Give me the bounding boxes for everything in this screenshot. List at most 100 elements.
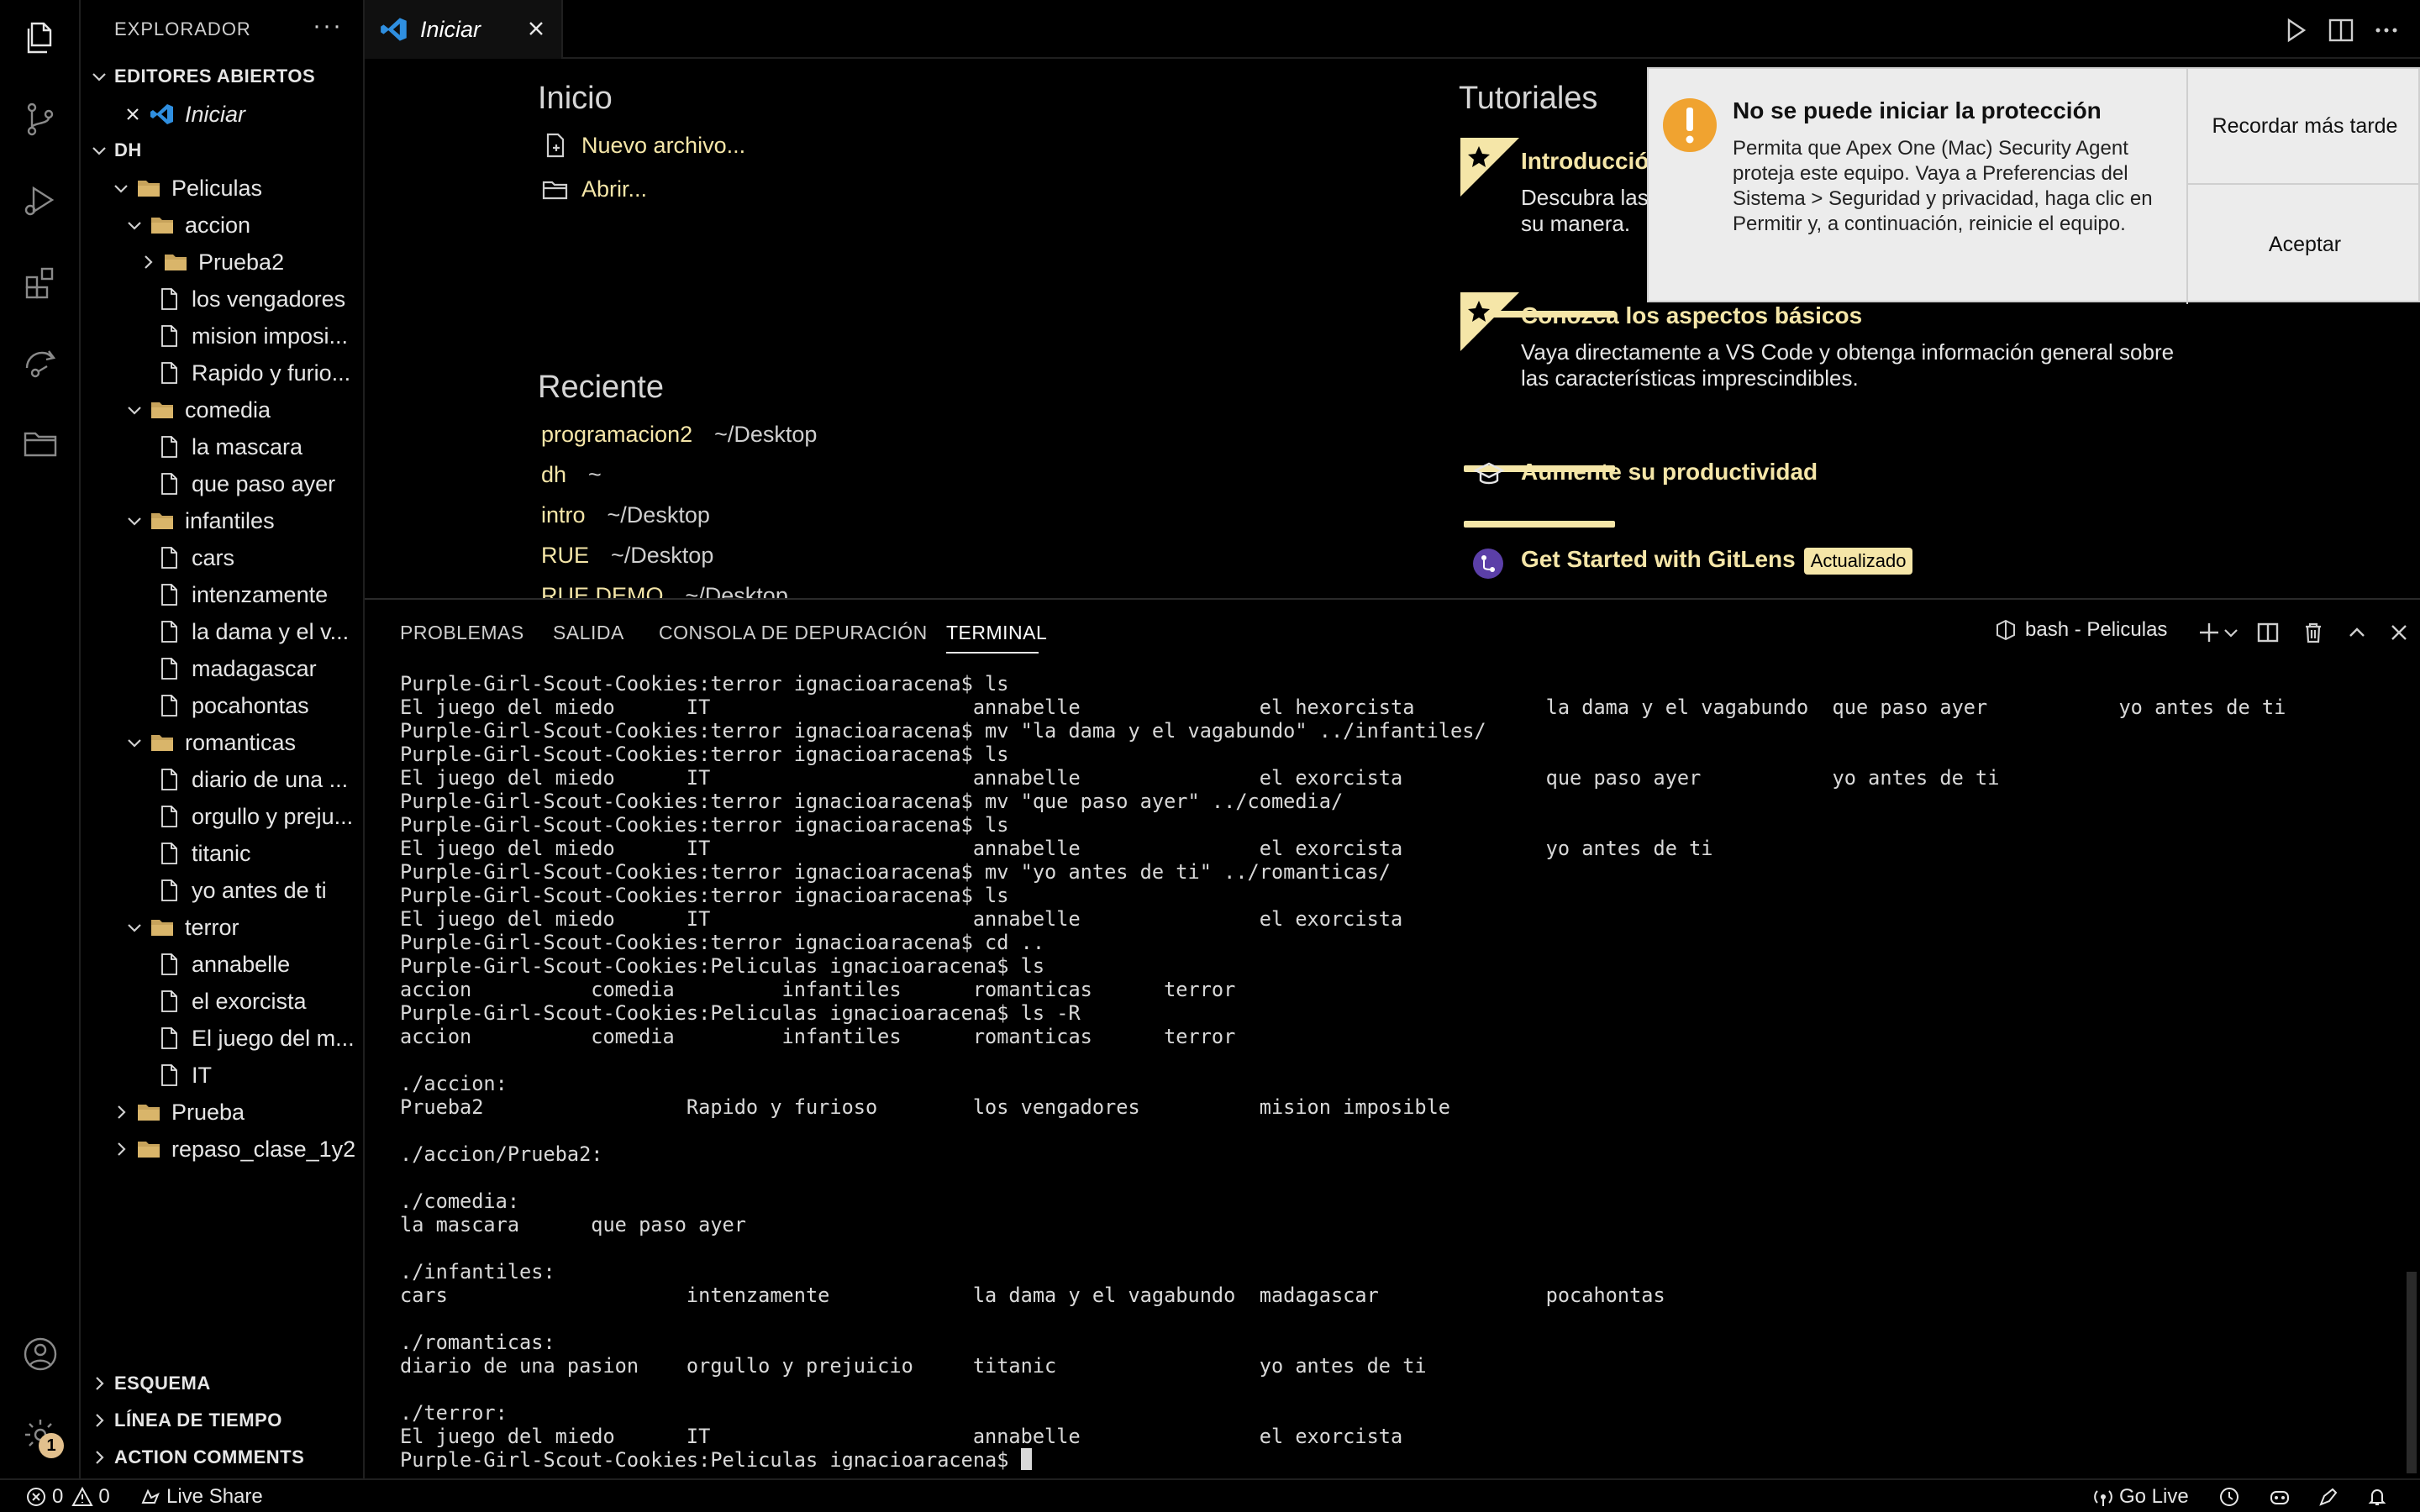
remote-explorer-icon[interactable]: [20, 343, 60, 383]
new-file-link[interactable]: Nuevo archivo...: [541, 131, 745, 160]
recent-item[interactable]: RUE DEMO ~/Desktop: [541, 583, 788, 598]
tree-file[interactable]: annabelle: [156, 946, 363, 983]
file-icon: [156, 879, 182, 902]
active-tab-indicator: [946, 652, 1039, 654]
more-actions-icon[interactable]: [2371, 15, 2402, 45]
run-debug-icon[interactable]: [20, 180, 60, 220]
outline-section[interactable]: ESQUEMA: [89, 1373, 211, 1394]
open-editor-item[interactable]: Iniciar: [123, 96, 245, 133]
terminal-line: ./accion/Prueba2:: [400, 1142, 603, 1166]
tree-file[interactable]: cars: [156, 539, 363, 576]
close-panel-icon[interactable]: [2386, 620, 2412, 645]
tree-label: cars: [192, 544, 235, 570]
start-title: Inicio: [538, 81, 613, 116]
terminal-scrollbar[interactable]: [2407, 1272, 2417, 1473]
terminal-line: El juego del miedo IT annabelle el exorc…: [400, 1425, 1403, 1448]
tutorial-card[interactable]: Aumente su productividad: [1460, 444, 2200, 536]
tree-file[interactable]: la dama y el v...: [156, 613, 363, 650]
more-actions-icon[interactable]: ···: [313, 12, 343, 40]
tree-file[interactable]: El juego del m...: [156, 1020, 363, 1057]
tree-folder[interactable]: repaso_clase_1y2: [111, 1131, 363, 1168]
tree-folder[interactable]: Peliculas: [111, 170, 363, 207]
tree-folder[interactable]: infantiles: [124, 502, 363, 539]
terminal-output[interactable]: Purple-Girl-Scout-Cookies:terror ignacio…: [400, 672, 2383, 1470]
tree-file[interactable]: la mascara: [156, 428, 363, 465]
recent-item[interactable]: dh ~: [541, 462, 602, 488]
chevron-right-icon: [111, 1102, 131, 1122]
tab-problems[interactable]: PROBLEMAS: [400, 622, 524, 644]
split-terminal-icon[interactable]: [2255, 620, 2281, 645]
recent-item[interactable]: programacion2 ~/Desktop: [541, 422, 817, 448]
folder-manager-icon[interactable]: [20, 423, 60, 464]
split-editor-icon[interactable]: [2326, 15, 2356, 45]
tree-folder[interactable]: comedia: [124, 391, 363, 428]
tree-file[interactable]: pocahontas: [156, 687, 363, 724]
new-terminal-icon[interactable]: [2196, 620, 2222, 645]
tree-file[interactable]: el exorcista: [156, 983, 363, 1020]
workspace-section[interactable]: DH: [89, 139, 142, 161]
terminal-line: Purple-Girl-Scout-Cookies:terror ignacio…: [400, 743, 1009, 766]
chevron-down-icon[interactable]: [2222, 620, 2240, 645]
tab-terminal[interactable]: TERMINAL: [946, 622, 1047, 644]
activity-bar: 1: [0, 0, 81, 1478]
explorer-icon[interactable]: [20, 17, 60, 57]
recent-path: ~/Desktop: [611, 543, 714, 568]
copilot-icon[interactable]: [2269, 1483, 2296, 1510]
maximize-panel-icon[interactable]: [2344, 620, 2370, 645]
folder-icon: [136, 1100, 161, 1124]
account-icon[interactable]: [20, 1334, 60, 1374]
extensions-icon[interactable]: [20, 262, 60, 302]
recent-path: ~/Desktop: [607, 502, 710, 528]
source-control-icon[interactable]: [20, 99, 60, 139]
tree-folder[interactable]: Prueba: [111, 1094, 363, 1131]
tree-file[interactable]: mision imposi...: [156, 318, 363, 354]
live-share-status[interactable]: Live Share: [139, 1483, 263, 1510]
problems-status[interactable]: 0 0: [25, 1483, 110, 1510]
tutorial-title: Aumente su productividad: [1521, 459, 1818, 485]
action-comments-section[interactable]: ACTION COMMENTS: [89, 1446, 304, 1468]
remind-later-button[interactable]: Recordar más tarde: [2188, 69, 2420, 185]
tree-folder[interactable]: accion: [124, 207, 363, 244]
run-icon[interactable]: [2281, 15, 2311, 45]
tree-file[interactable]: intenzamente: [156, 576, 363, 613]
tree-folder[interactable]: Prueba2: [138, 244, 363, 281]
tab-output[interactable]: SALIDA: [553, 622, 624, 644]
tree-file[interactable]: los vengadores: [156, 281, 363, 318]
close-icon[interactable]: [123, 104, 143, 124]
settings-badge: 1: [39, 1433, 64, 1458]
tree-folder[interactable]: romanticas: [124, 724, 363, 761]
open-folder-icon: [542, 181, 568, 200]
tree-file[interactable]: diario de una ...: [156, 761, 363, 798]
tree-folder[interactable]: terror: [124, 909, 363, 946]
go-live-status[interactable]: Go Live: [2092, 1483, 2189, 1510]
chevron-down-icon: [124, 215, 145, 235]
terminal-selector[interactable]: bash - Peliculas: [1995, 618, 2167, 642]
tree-file[interactable]: que paso ayer: [156, 465, 363, 502]
recent-path: ~/Desktop: [714, 422, 818, 447]
tree-file[interactable]: orgullo y preju...: [156, 798, 363, 835]
history-icon[interactable]: [2218, 1483, 2245, 1510]
sidebar-title: EXPLORADOR: [114, 18, 251, 39]
open-link[interactable]: Abrir...: [541, 175, 647, 203]
file-icon: [156, 1026, 182, 1050]
terminal-line: Purple-Girl-Scout-Cookies:Peliculas igna…: [400, 1001, 1081, 1025]
notifications-bell-icon[interactable]: [2366, 1483, 2393, 1510]
tree-file[interactable]: Rapido y furio...: [156, 354, 363, 391]
timeline-section[interactable]: LÍNEA DE TIEMPO: [89, 1410, 282, 1431]
trash-icon[interactable]: [2301, 620, 2326, 645]
tutorial-card[interactable]: Get Started with GitLens Actualizado: [1460, 536, 2200, 595]
feedback-icon[interactable]: [2317, 1483, 2344, 1510]
tab-iniciar[interactable]: Iniciar: [365, 0, 563, 59]
close-icon[interactable]: [524, 17, 548, 40]
recent-item[interactable]: intro ~/Desktop: [541, 502, 710, 528]
open-editors-section[interactable]: EDITORES ABIERTOS: [89, 66, 315, 87]
tree-file[interactable]: titanic: [156, 835, 363, 872]
terminal-prompt: Purple-Girl-Scout-Cookies:Peliculas igna…: [400, 1448, 1021, 1470]
accept-button[interactable]: Aceptar: [2188, 186, 2420, 302]
tree-file[interactable]: yo antes de ti: [156, 872, 363, 909]
tab-debug-console[interactable]: CONSOLA DE DEPURACIÓN: [659, 622, 928, 644]
tree-file[interactable]: madagascar: [156, 650, 363, 687]
tutorials-title: Tutoriales: [1459, 81, 1598, 116]
tree-file[interactable]: IT: [156, 1057, 363, 1094]
recent-item[interactable]: RUE ~/Desktop: [541, 543, 713, 569]
